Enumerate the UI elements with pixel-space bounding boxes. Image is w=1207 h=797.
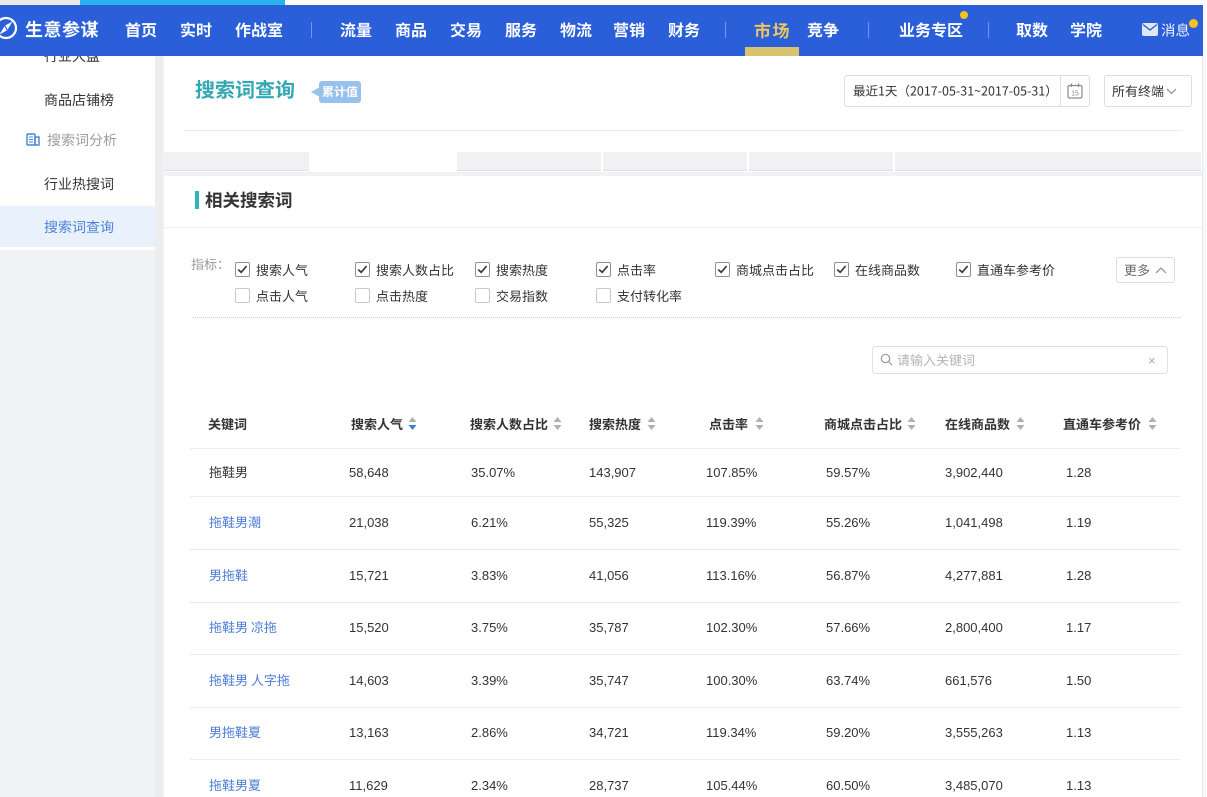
svg-text:15: 15 — [1071, 91, 1079, 98]
